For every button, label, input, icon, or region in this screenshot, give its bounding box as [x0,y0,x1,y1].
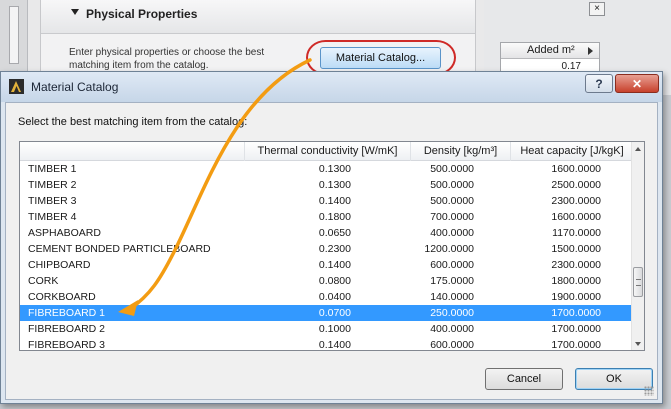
archicad-logo-icon [9,79,24,94]
cell-name: CHIPBOARD [28,259,91,271]
table-row[interactable]: TIMBER 3 0.1400 500.0000 2300.0000 [20,193,633,209]
cell-name: CORKBOARD [28,291,96,303]
cell-name: FIBREBOARD 3 [28,339,106,351]
section-description: Enter physical properties or choose the … [69,47,265,71]
cell-density: 140.0000 [430,291,474,303]
collapse-arrow-icon[interactable] [71,9,79,15]
added-area-table: Added m² 0.17 [500,42,600,72]
cell-name: FIBREBOARD 2 [28,323,106,335]
cell-heat-capacity: 1600.0000 [551,211,601,223]
column-header-heat[interactable]: Heat capacity [J/kgK] [510,142,633,161]
table-row[interactable]: CORK 0.0800 175.0000 1800.0000 [20,273,633,289]
material-catalog-dialog: Material Catalog ? ✕ Select the best mat… [0,71,663,404]
cell-density: 250.0000 [430,307,474,319]
help-button[interactable]: ? [585,74,613,93]
material-list: Thermal conductivity [W/mK] Density [kg/… [19,141,645,351]
cell-name: CORK [28,275,59,287]
table-header-label: Added m² [527,44,575,56]
cell-name: ASPHABOARD [28,227,101,239]
close-icon[interactable]: × [589,2,605,16]
cell-thermal-conductivity: 0.1800 [318,211,351,223]
cell-thermal-conductivity: 0.0800 [318,275,351,287]
cell-thermal-conductivity: 0.1300 [318,179,351,191]
cell-density: 500.0000 [430,163,474,175]
list-rows: TIMBER 1 0.1300 500.0000 1600.0000 TIMBER 2 0… [20,161,633,351]
table-row[interactable]: ASPHABOARD 0.0650 400.0000 1170.0000 [20,225,633,241]
list-scrollbar[interactable] [631,142,644,350]
cell-thermal-conductivity: 0.0650 [318,227,351,239]
cell-heat-capacity: 1500.0000 [551,243,601,255]
cell-thermal-conductivity: 0.1400 [318,259,351,271]
cell-thermal-conductivity: 0.1400 [318,339,351,351]
cell-name: TIMBER 2 [28,179,77,191]
table-row[interactable]: TIMBER 4 0.1800 700.0000 1600.0000 [20,209,633,225]
cell-thermal-conductivity: 0.1000 [318,323,351,335]
scroll-down-button[interactable] [632,337,644,350]
title-bar[interactable]: Material Catalog ? ✕ [1,72,662,102]
cell-heat-capacity: 1900.0000 [551,291,601,303]
cell-heat-capacity: 1700.0000 [551,307,601,319]
cell-heat-capacity: 1800.0000 [551,275,601,287]
arrow-down-icon [635,341,641,346]
cell-thermal-conductivity: 0.1400 [318,195,351,207]
highlight-ellipse [306,40,456,75]
column-header-density[interactable]: Density [kg/m³] [410,142,510,161]
scroll-up-button[interactable] [632,142,644,155]
table-row[interactable]: TIMBER 1 0.1300 500.0000 1600.0000 [20,161,633,177]
scrollbar-thumb[interactable] [633,267,643,297]
cell-thermal-conductivity: 0.0400 [318,291,351,303]
cell-name: TIMBER 1 [28,163,77,175]
resize-grip-icon[interactable] [644,386,654,396]
expand-arrow-icon[interactable] [588,47,593,55]
cell-heat-capacity: 1170.0000 [552,227,601,239]
cell-thermal-conductivity: 0.0700 [318,307,351,319]
cell-thermal-conductivity: 0.2300 [318,243,351,255]
cell-heat-capacity: 2300.0000 [551,195,601,207]
cell-name: TIMBER 3 [28,195,77,207]
column-header-name[interactable] [20,142,244,161]
cell-heat-capacity: 2500.0000 [551,179,601,191]
section-title: Physical Properties [86,7,198,21]
dialog-body: Select the best matching item from the c… [5,102,658,400]
cell-thermal-conductivity: 0.1300 [318,163,351,175]
table-header[interactable]: Added m² [501,43,599,59]
cell-heat-capacity: 1700.0000 [551,323,601,335]
ok-button[interactable]: OK [575,368,653,390]
cell-density: 600.0000 [430,339,474,351]
table-row[interactable]: CHIPBOARD 0.1400 600.0000 2300.0000 [20,257,633,273]
table-row[interactable]: FIBREBOARD 1 0.0700 250.0000 1700.0000 [20,305,633,321]
instruction-text: Select the best matching item from the c… [18,116,248,128]
cell-name: FIBREBOARD 1 [28,307,106,319]
arrow-up-icon [635,146,641,151]
cancel-button[interactable]: Cancel [485,368,563,390]
section-header[interactable]: Physical Properties [41,0,475,34]
table-row[interactable]: FIBREBOARD 3 0.1400 600.0000 1700.0000 [20,337,633,351]
cell-heat-capacity: 1600.0000 [551,163,601,175]
close-button[interactable]: ✕ [615,74,659,93]
cell-density: 175.0000 [430,275,474,287]
cell-density: 700.0000 [430,211,474,223]
cell-name: CEMENT BONDED PARTICLEBOARD [28,243,211,255]
cell-heat-capacity: 2300.0000 [551,259,601,271]
column-header-thermal[interactable]: Thermal conductivity [W/mK] [244,142,410,161]
cell-heat-capacity: 1700.0000 [551,339,601,351]
cell-density: 1200.0000 [424,243,474,255]
table-row[interactable]: FIBREBOARD 2 0.1000 400.0000 1700.0000 [20,321,633,337]
cell-density: 600.0000 [430,259,474,271]
list-header: Thermal conductivity [W/mK] Density [kg/… [20,142,633,161]
dialog-title: Material Catalog [31,80,119,94]
cell-density: 500.0000 [430,179,474,191]
table-row[interactable]: CEMENT BONDED PARTICLEBOARD 0.2300 1200.00… [20,241,633,257]
cell-density: 400.0000 [430,227,474,239]
cell-density: 400.0000 [430,323,474,335]
table-row[interactable]: CORKBOARD 0.0400 140.0000 1900.0000 [20,289,633,305]
table-row[interactable]: TIMBER 2 0.1300 500.0000 2500.0000 [20,177,633,193]
cell-name: TIMBER 4 [28,211,77,223]
scrollbar-thumb[interactable] [9,6,19,64]
cell-density: 500.0000 [430,195,474,207]
